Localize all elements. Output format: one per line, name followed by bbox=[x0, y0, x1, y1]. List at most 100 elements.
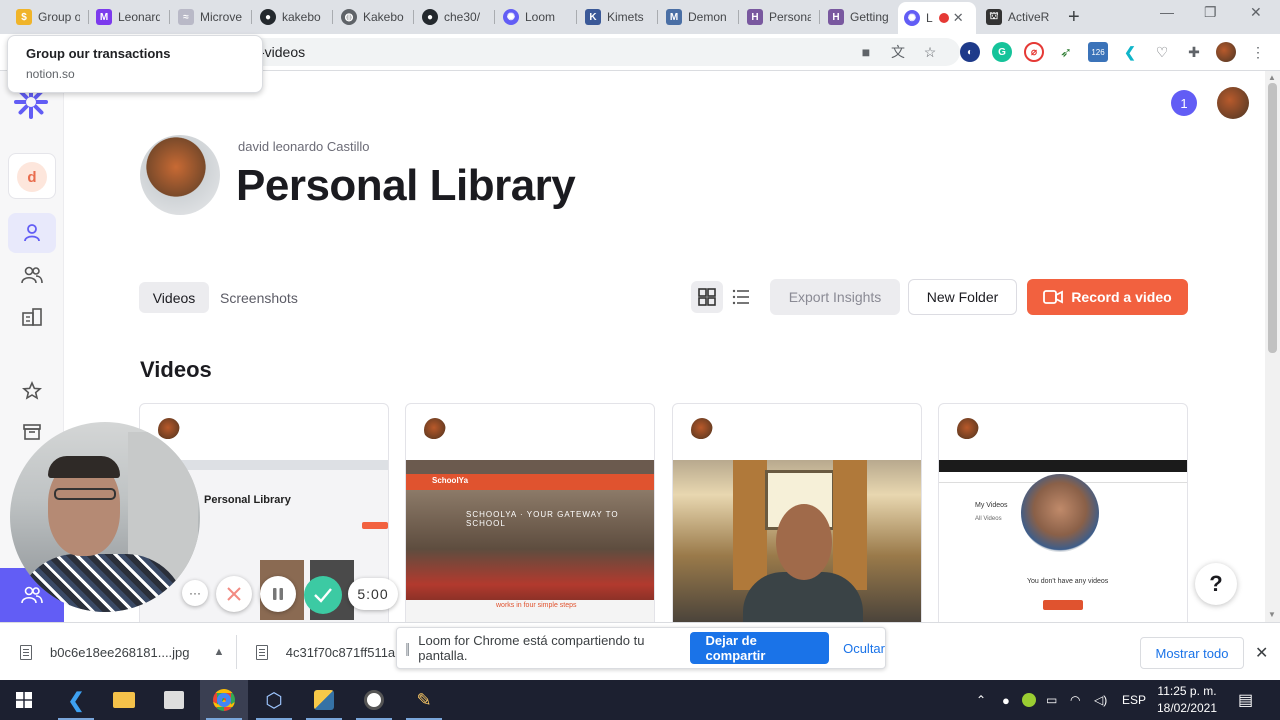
puzzle-icon[interactable]: ✚ bbox=[1184, 42, 1204, 62]
taskbar-store[interactable] bbox=[150, 680, 198, 720]
heroku-icon: H bbox=[747, 9, 763, 25]
browser-tab-active[interactable]: ✺ L ✕ bbox=[898, 2, 976, 34]
system-clock[interactable]: 11:25 p. m. 18/02/2021 bbox=[1152, 683, 1222, 717]
archive-icon bbox=[23, 424, 41, 440]
taskbar-chrome[interactable] bbox=[200, 680, 248, 720]
help-button[interactable]: ? bbox=[1195, 563, 1237, 605]
download-item[interactable]: 4c31f70c871ff511a... bbox=[256, 623, 406, 681]
scroll-down-icon[interactable]: ▼ bbox=[1268, 610, 1276, 619]
workspace-switcher[interactable]: d bbox=[8, 153, 56, 199]
volume-icon[interactable]: ◁) bbox=[1094, 680, 1107, 720]
block-icon[interactable]: ⌀ bbox=[1024, 42, 1044, 62]
recording-cancel-button[interactable] bbox=[216, 576, 252, 612]
video-thumbnail[interactable]: My Videos All Videos You don't have any … bbox=[939, 460, 1187, 622]
browser-tab[interactable]: H Getting bbox=[822, 4, 898, 30]
taskbar-clock-app[interactable] bbox=[350, 680, 398, 720]
screen-share-banner: || Loom for Chrome está compartiendo tu … bbox=[396, 627, 886, 669]
tray-app-icon[interactable] bbox=[1022, 680, 1036, 720]
browser-tab[interactable]: ◍ Kakebo bbox=[335, 4, 411, 30]
pocket-icon[interactable]: ♡ bbox=[1152, 42, 1172, 62]
browser-tab[interactable]: H Persona bbox=[741, 4, 817, 30]
browser-tab[interactable]: ● kakebo bbox=[254, 4, 330, 30]
record-video-button[interactable]: Record a video bbox=[1027, 279, 1188, 315]
camera-icon[interactable]: ■ bbox=[856, 42, 876, 62]
close-icon[interactable]: ✕ bbox=[953, 10, 964, 26]
browser-tab[interactable]: ⛫ ActiveR bbox=[980, 4, 1056, 30]
taskbar-vscode[interactable]: ❮ bbox=[52, 680, 100, 720]
tab-title: Kimets bbox=[607, 10, 644, 24]
scroll-thumb[interactable] bbox=[1268, 83, 1277, 353]
new-tab-button[interactable]: + bbox=[1068, 6, 1080, 29]
video-thumbnail[interactable]: SchoolYa SCHOOLYA · YOUR GATEWAY TO SCHO… bbox=[406, 460, 654, 622]
tab-videos[interactable]: Videos bbox=[139, 282, 209, 313]
browser-tab[interactable]: ≈ Microve bbox=[172, 4, 248, 30]
video-thumbnail[interactable] bbox=[673, 460, 921, 622]
close-icon[interactable]: ✕ bbox=[1255, 643, 1268, 663]
restore-icon[interactable]: ❐ bbox=[1204, 4, 1217, 21]
battery-icon[interactable]: ▭ bbox=[1046, 680, 1057, 720]
browser-tab[interactable]: $ Group o bbox=[10, 4, 86, 30]
taskbar-virtualbox[interactable]: ⬡ bbox=[250, 680, 298, 720]
kite-icon[interactable]: ❮ bbox=[1120, 42, 1140, 62]
sidebar-item-personal[interactable] bbox=[8, 213, 56, 253]
menu-dots-icon[interactable]: ⋮ bbox=[1248, 42, 1268, 62]
show-hidden-icons[interactable]: ⌃ bbox=[976, 680, 986, 720]
browser-tab[interactable]: M Demon bbox=[660, 4, 736, 30]
recording-more-button[interactable]: ··· bbox=[182, 580, 208, 606]
browser-tab[interactable]: M Leonard bbox=[90, 4, 166, 30]
windows-start-button[interactable] bbox=[0, 680, 48, 720]
download-filename: b0c6e18ee268181....jpg bbox=[50, 644, 190, 660]
grid-view-button[interactable] bbox=[691, 281, 723, 313]
user-avatar[interactable] bbox=[1217, 87, 1249, 119]
address-bar[interactable]: -videos bbox=[200, 38, 960, 66]
browser-tab[interactable]: ● che30/ bbox=[416, 4, 492, 30]
list-view-button[interactable] bbox=[725, 281, 757, 313]
window-close-icon[interactable]: ✕ bbox=[1250, 4, 1262, 21]
taskbar-file-explorer[interactable] bbox=[100, 680, 148, 720]
stop-sharing-button[interactable]: Dejar de compartir bbox=[689, 632, 830, 664]
sidebar-item-workspace[interactable] bbox=[8, 297, 56, 337]
language-indicator[interactable]: ESP bbox=[1122, 680, 1146, 720]
kimetsu-icon: K bbox=[585, 9, 601, 25]
folder-icon bbox=[113, 692, 135, 708]
tab-screenshots[interactable]: Screenshots bbox=[220, 282, 298, 313]
grammarly-icon[interactable]: G bbox=[992, 42, 1012, 62]
microphone-icon[interactable]: ● bbox=[1002, 680, 1010, 720]
chevron-up-icon[interactable]: ▲ bbox=[214, 646, 225, 658]
extension-dark-icon[interactable]: ◐ bbox=[960, 42, 980, 62]
browser-tab[interactable]: K Kimets bbox=[579, 4, 655, 30]
wifi-icon[interactable]: ◠ bbox=[1070, 680, 1080, 720]
new-folder-button[interactable]: New Folder bbox=[908, 279, 1017, 315]
browser-tab[interactable]: ✺ Loom bbox=[497, 4, 573, 30]
page-scrollbar[interactable]: ▲ ▼ bbox=[1265, 71, 1280, 622]
tab-title: ActiveR bbox=[1008, 10, 1050, 24]
download-item[interactable]: b0c6e18ee268181....jpg ▲ bbox=[20, 623, 230, 681]
webcam-bubble[interactable] bbox=[10, 422, 200, 612]
video-card[interactable] bbox=[672, 403, 922, 622]
hide-banner-link[interactable]: Ocultar bbox=[843, 641, 885, 656]
star-icon[interactable]: ☆ bbox=[920, 42, 940, 62]
clock-date: 18/02/2021 bbox=[1156, 701, 1218, 715]
sidebar-item-favorites[interactable] bbox=[8, 371, 56, 411]
video-card[interactable]: My Videos All Videos You don't have any … bbox=[938, 403, 1188, 622]
export-insights-button[interactable]: Export Insights bbox=[770, 279, 900, 315]
download-shelf: b0c6e18ee268181....jpg ▲ 4c31f70c871ff51… bbox=[0, 622, 1280, 680]
taskbar-python[interactable] bbox=[300, 680, 348, 720]
taskbar-paint[interactable]: ✎ bbox=[400, 680, 448, 720]
drag-handle-icon[interactable]: || bbox=[405, 640, 410, 656]
sidebar-item-team[interactable] bbox=[8, 255, 56, 295]
profile-avatar-icon[interactable] bbox=[1216, 42, 1236, 62]
rocket-icon[interactable]: ➶ bbox=[1056, 42, 1076, 62]
recording-finish-button[interactable] bbox=[304, 576, 342, 614]
recording-pause-button[interactable] bbox=[260, 576, 296, 612]
notification-center-icon[interactable]: ▤ bbox=[1238, 680, 1253, 720]
scroll-up-icon[interactable]: ▲ bbox=[1268, 73, 1276, 82]
translate-icon[interactable]: 文 bbox=[888, 42, 908, 62]
url-text: -videos bbox=[260, 44, 306, 60]
minimize-icon[interactable]: — bbox=[1160, 4, 1174, 20]
notification-badge[interactable]: 1 bbox=[1171, 90, 1197, 116]
calendar-badge-icon[interactable]: 126 bbox=[1088, 42, 1108, 62]
video-card[interactable]: SchoolYa SCHOOLYA · YOUR GATEWAY TO SCHO… bbox=[405, 403, 655, 622]
loom-purple-icon: M bbox=[96, 9, 112, 25]
show-all-downloads-button[interactable]: Mostrar todo bbox=[1140, 637, 1244, 669]
